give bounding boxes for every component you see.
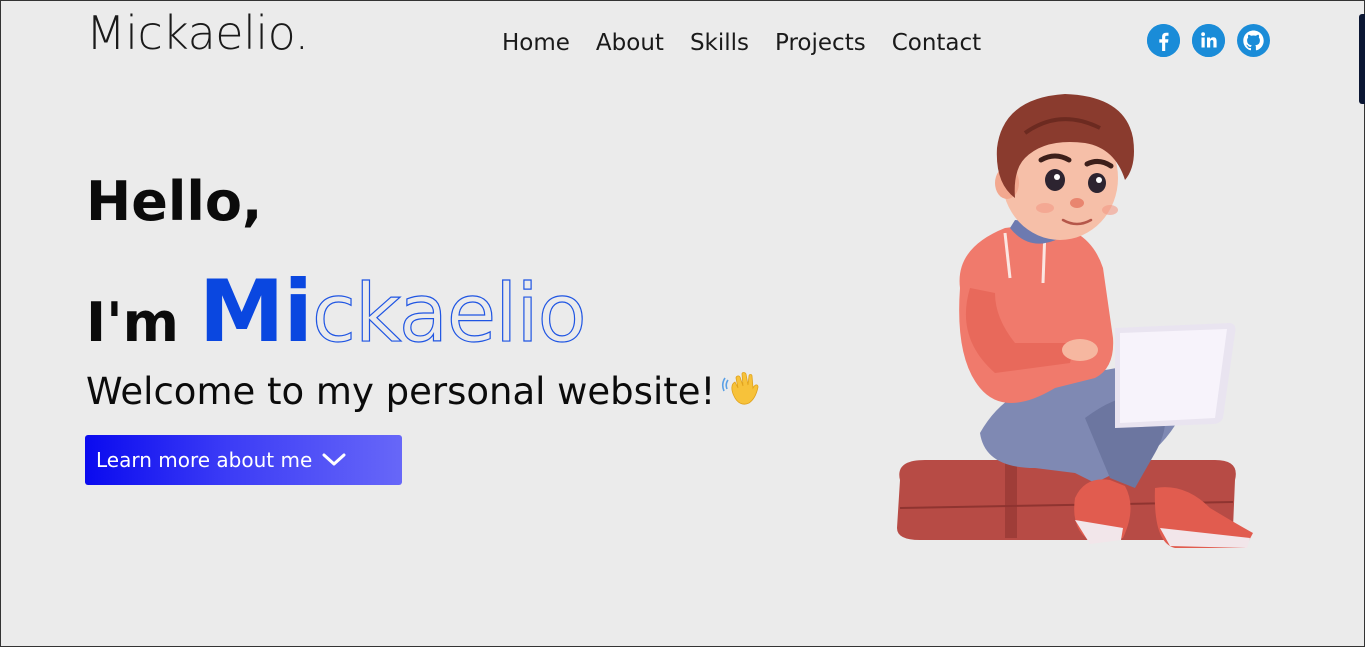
social-links <box>1147 24 1270 57</box>
nav-projects[interactable]: Projects <box>775 26 866 60</box>
hero-name-line: I'm Mi ckaelio <box>86 262 587 362</box>
learn-more-label: Learn more about me <box>96 448 313 472</box>
nav-home[interactable]: Home <box>502 26 570 60</box>
learn-more-button[interactable]: Learn more about me <box>85 435 402 485</box>
nav-skills[interactable]: Skills <box>690 26 749 60</box>
nav-about[interactable]: About <box>596 26 664 60</box>
nav-contact[interactable]: Contact <box>892 26 981 60</box>
chevron-down-icon <box>322 452 346 468</box>
main-nav: Home About Skills Projects Contact <box>502 26 981 60</box>
facebook-icon[interactable] <box>1147 24 1180 57</box>
avatar-illustration <box>885 88 1265 558</box>
name-typed-part: Mi <box>198 262 313 362</box>
github-icon[interactable] <box>1237 24 1270 57</box>
waving-hand-icon <box>721 366 763 417</box>
scrollbar-thumb[interactable] <box>1359 14 1365 104</box>
im-label: I'm <box>86 291 179 354</box>
hero-greeting: Hello, <box>86 170 263 233</box>
welcome-text: Welcome to my personal website! <box>86 366 763 417</box>
brand-logo[interactable]: Mickaelio. <box>86 6 309 60</box>
linkedin-icon[interactable] <box>1192 24 1225 57</box>
welcome-label: Welcome to my personal website! <box>86 370 716 413</box>
name-outline-part: ckaelio <box>311 266 587 360</box>
